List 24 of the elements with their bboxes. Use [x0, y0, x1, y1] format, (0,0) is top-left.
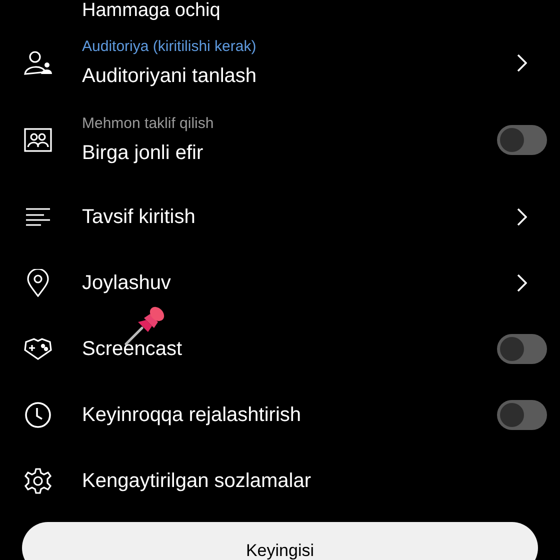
setting-title[interactable]: Auditoriyani tanlash: [82, 63, 257, 89]
setting-subtitle: Auditoriya (kiritilishi kerak): [82, 37, 256, 57]
toggle-switch[interactable]: [497, 400, 547, 430]
setting-title[interactable]: Keyinroqqa rejalashtirish: [82, 402, 302, 428]
gamepad-icon: [23, 337, 53, 361]
clock-icon: [24, 401, 52, 429]
chevron-right-icon[interactable]: [517, 54, 527, 72]
setting-title[interactable]: Joylashuv: [82, 270, 171, 296]
setting-title[interactable]: Birga jonli efir: [82, 140, 204, 166]
text-lines-icon: [25, 207, 51, 227]
toggle-switch[interactable]: [497, 334, 547, 364]
chevron-right-icon[interactable]: [517, 274, 527, 292]
setting-title[interactable]: Tavsif kiritish: [82, 204, 196, 230]
setting-title[interactable]: Screencast: [82, 336, 182, 362]
group-icon: [24, 128, 52, 152]
settings-icon: [24, 467, 52, 495]
people-icon: [23, 50, 53, 76]
setting-value: Hammaga ochiq: [82, 0, 220, 22]
chevron-right-icon[interactable]: [517, 208, 527, 226]
setting-title[interactable]: Kengaytirilgan sozlamalar: [82, 468, 312, 494]
toggle-switch[interactable]: [497, 125, 547, 155]
location-pin-icon: [27, 269, 49, 297]
next-button[interactable]: Keyingisi: [22, 522, 538, 560]
setting-subtitle: Mehmon taklif qilish: [82, 114, 214, 134]
